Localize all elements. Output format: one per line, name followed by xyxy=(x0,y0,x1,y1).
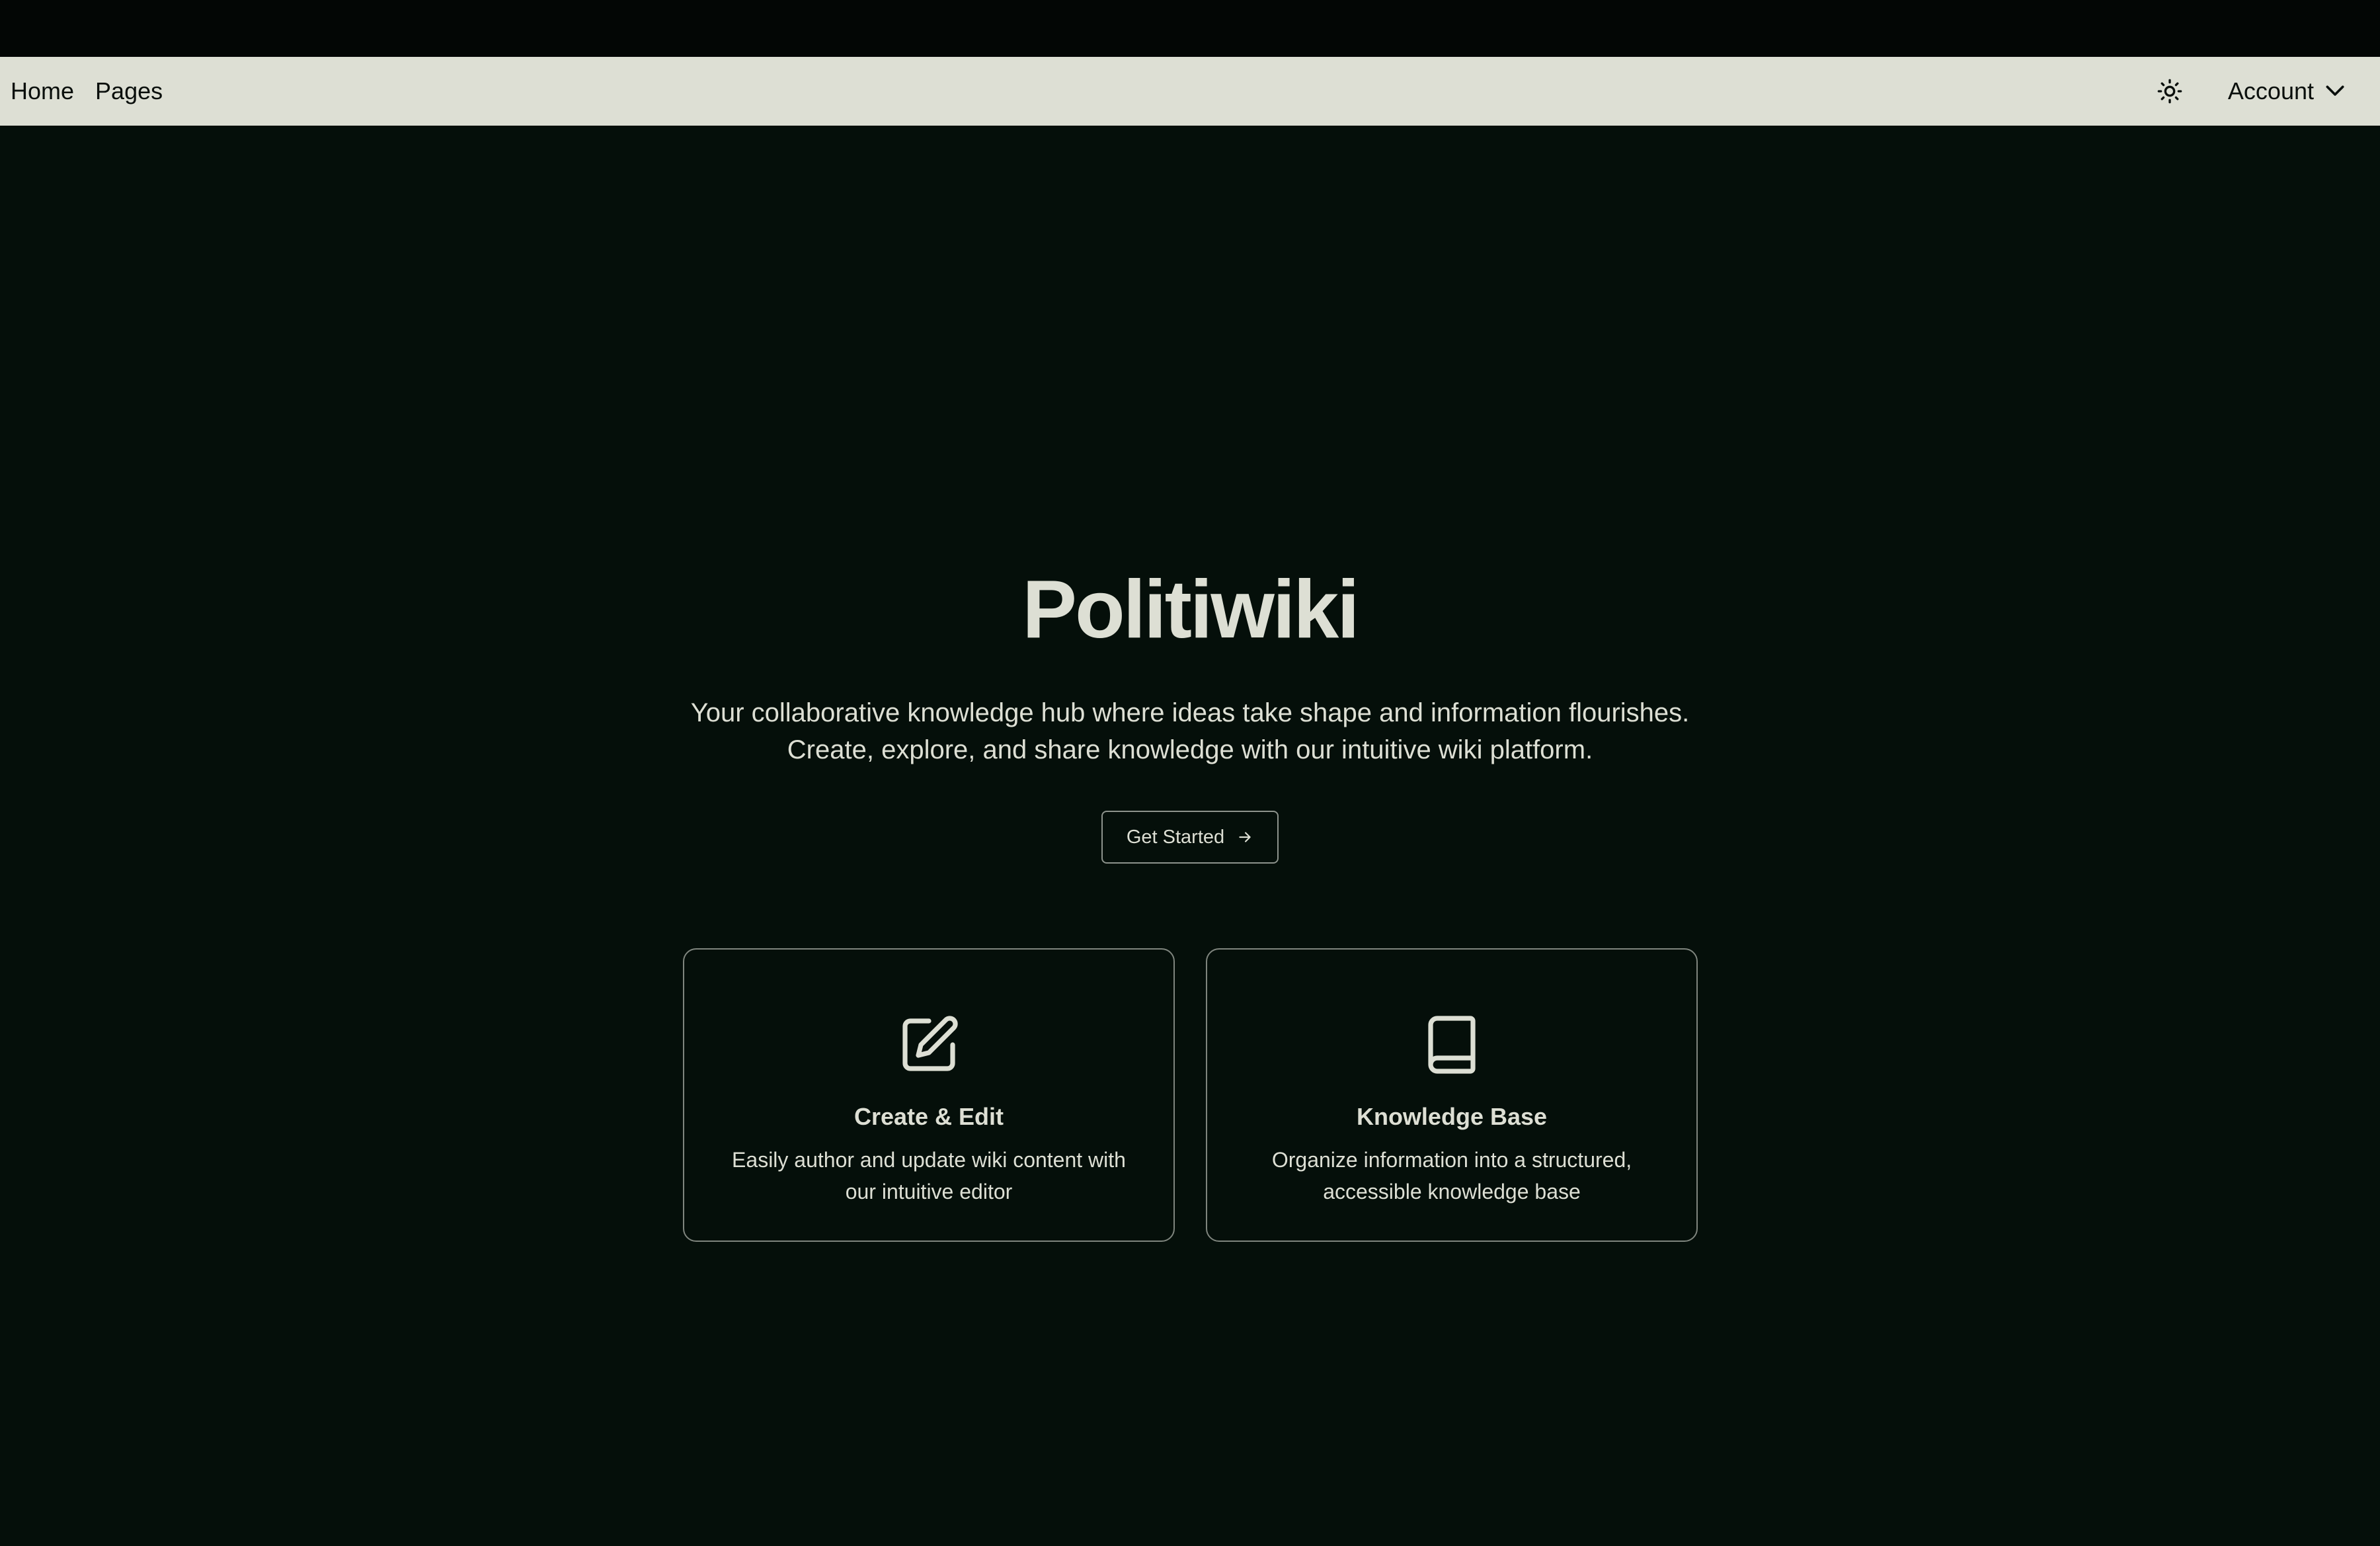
feature-card-knowledge-base: Knowledge Base Organize information into… xyxy=(1206,948,1698,1242)
hero-subtitle: Your collaborative knowledge hub where i… xyxy=(690,698,1690,764)
sun-icon xyxy=(2157,79,2182,104)
nav-link-home[interactable]: Home xyxy=(11,79,74,103)
theme-toggle-button[interactable] xyxy=(2151,73,2188,110)
window-top-bar xyxy=(0,0,2380,57)
chevron-down-icon xyxy=(2326,85,2344,96)
get-started-label: Get Started xyxy=(1126,826,1225,848)
edit-icon xyxy=(902,1016,958,1071)
feature-description: Organize information into a structured, … xyxy=(1271,1148,1632,1203)
feature-title: Create & Edit xyxy=(853,1103,1004,1130)
account-label: Account xyxy=(2227,77,2314,104)
nav-actions: Account xyxy=(2151,57,2348,126)
account-menu-button[interactable]: Account xyxy=(2228,77,2348,105)
hero-section: Politiwiki Your collaborative knowledge … xyxy=(0,569,2380,768)
book-icon xyxy=(1428,1016,1476,1074)
page-title: Politiwiki xyxy=(1022,564,1359,655)
nav-link-pages[interactable]: Pages xyxy=(95,79,163,103)
feature-description: Easily author and update wiki content wi… xyxy=(732,1148,1126,1203)
nav-links: Home Pages xyxy=(11,57,163,126)
get-started-button[interactable]: Get Started xyxy=(1101,811,1279,864)
top-navbar: Home Pages Account xyxy=(0,57,2380,126)
feature-title: Knowledge Base xyxy=(1356,1103,1548,1130)
feature-card-create-edit: Create & Edit Easily author and update w… xyxy=(683,948,1175,1242)
arrow-right-icon xyxy=(1239,832,1251,842)
